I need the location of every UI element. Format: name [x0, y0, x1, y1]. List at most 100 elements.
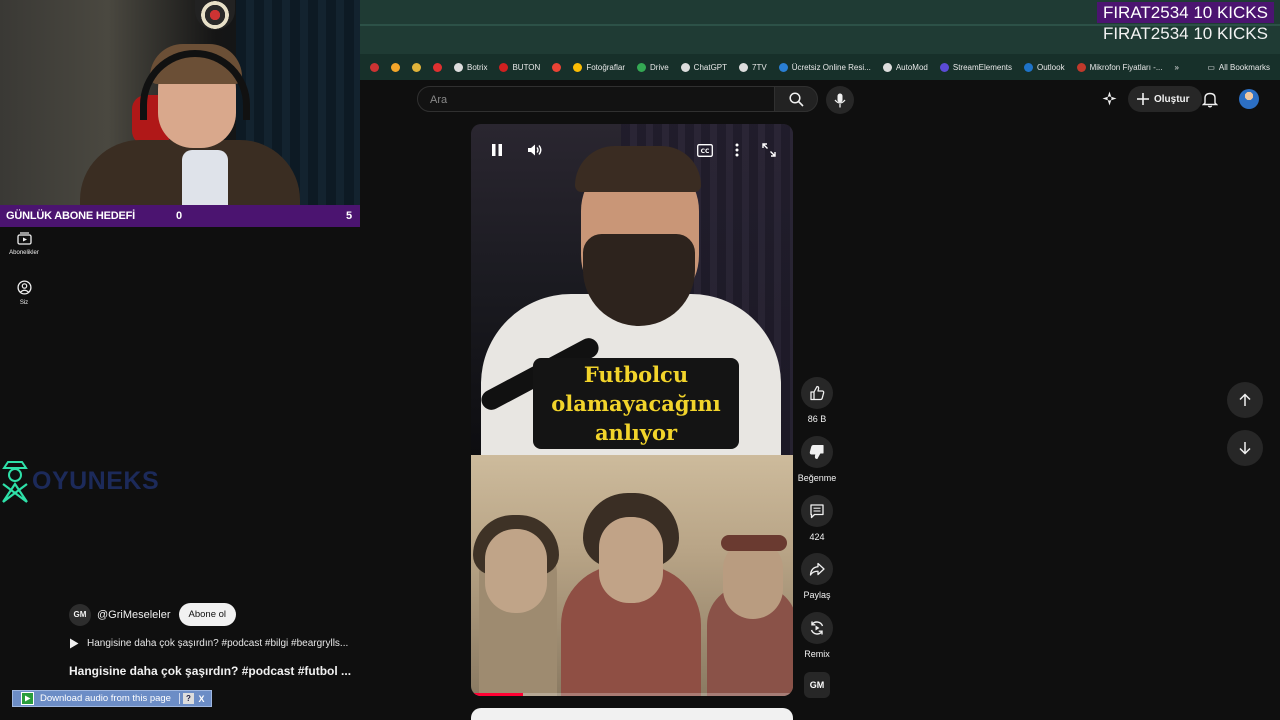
bookmark-favicon-icon [552, 62, 562, 72]
rail-subscriptions[interactable]: Abonelikler [0, 232, 48, 256]
bookmark-favicon-icon [1024, 62, 1033, 72]
bookmark-item[interactable]: Drive [631, 54, 675, 80]
sparkle-chat-icon [1102, 91, 1117, 106]
bookmark-item[interactable]: Ücretsiz Online Resi... [773, 54, 877, 80]
previous-short-button[interactable] [1227, 382, 1263, 418]
bookmark-item[interactable]: StreamElements [934, 54, 1018, 80]
shorts-video-player[interactable]: Futbolcu olamayacağını anlıyor CC [471, 124, 793, 696]
bookmark-favicon-icon [454, 62, 463, 72]
bookmark-item[interactable] [406, 54, 427, 80]
rail-subscriptions-label: Abonelikler [9, 250, 39, 256]
video-frame-photo [471, 455, 793, 696]
share-arrow-icon [809, 562, 825, 576]
bookmark-item[interactable]: Fotoğraflar [567, 54, 631, 80]
download-close-button[interactable]: X [196, 693, 207, 704]
bookmark-label: BUTON [512, 62, 541, 72]
bookmark-favicon-icon [637, 62, 646, 72]
dislike-button[interactable]: Beğenme [797, 436, 837, 483]
like-button[interactable]: 86 B [797, 377, 837, 424]
bookmark-item[interactable]: Mikrofon Fiyatları -... [1071, 54, 1169, 80]
subscribe-button[interactable]: Abone ol [178, 603, 237, 626]
oyuneks-mascot-icon [2, 461, 28, 503]
download-help-button[interactable]: ? [183, 693, 194, 704]
bookmark-label: Drive [650, 62, 669, 72]
photo-person-3-bandana [721, 535, 787, 551]
download-play-icon[interactable] [21, 692, 34, 705]
kick-alert-overlay: FIRAT2534 10 KICKS FIRAT2534 10 KICKS [1096, 2, 1274, 44]
download-audio-button[interactable]: Download audio from this page [38, 693, 180, 704]
bookmark-item[interactable]: BUTON [493, 54, 546, 80]
bookmark-item[interactable]: AutoMod [877, 54, 934, 80]
share-circle [801, 553, 833, 585]
microphone-icon [834, 93, 846, 107]
video-title[interactable]: Hangisine daha çok şaşırdın? #podcast #f… [69, 664, 351, 678]
video-person-hair [575, 146, 701, 192]
more-options-button[interactable] [725, 140, 749, 160]
bookmark-item[interactable]: ChatGPT [675, 54, 733, 80]
next-short-button[interactable] [1227, 430, 1263, 466]
comment-icon [810, 504, 824, 519]
kick-alert-secondary: FIRAT2534 10 KICKS [1102, 24, 1268, 43]
create-button[interactable]: Oluştur [1128, 86, 1202, 112]
comments-button[interactable]: 424 [797, 495, 837, 542]
create-label: Oluştur [1154, 93, 1190, 105]
streamer-webcam [0, 0, 360, 205]
bookmark-item[interactable] [546, 54, 567, 80]
bookmark-favicon-icon [778, 62, 788, 72]
bookmark-item[interactable] [364, 54, 385, 80]
bookmark-label: Ücretsiz Online Resi... [791, 62, 871, 72]
thumbs-down-icon [809, 444, 824, 460]
remix-button[interactable]: Remix [797, 612, 837, 659]
bookmark-item[interactable]: Outlook [1018, 54, 1071, 80]
bookmark-item[interactable]: Botrix [448, 54, 493, 80]
rail-you[interactable]: Siz [0, 280, 48, 306]
pause-icon [492, 144, 502, 156]
bookmark-favicon-icon [499, 62, 509, 72]
chat-ai-button[interactable] [1101, 90, 1118, 112]
bell-icon [1201, 92, 1219, 108]
dislike-label: Beğenme [797, 473, 837, 483]
bookmark-label: ChatGPT [693, 62, 728, 72]
bookmark-item[interactable] [385, 54, 406, 80]
video-progress-bar[interactable] [471, 693, 793, 696]
bookmark-favicon-icon [391, 62, 400, 72]
rail-you-label: Siz [19, 300, 29, 306]
bookmark-favicon-icon [739, 62, 749, 72]
all-bookmarks-label: All Bookmarks [1218, 62, 1270, 72]
search-input[interactable]: Ara [417, 86, 775, 112]
all-bookmarks-button[interactable]: ▭ All Bookmarks [1201, 54, 1280, 80]
folder-icon: ▭ [1207, 62, 1215, 72]
photo-person-1-face [485, 529, 547, 613]
channel-handle[interactable]: @GriMeseleler [97, 609, 171, 621]
related-video-row[interactable]: Hangisine daha çok şaşırdın? #podcast #b… [69, 638, 348, 649]
comments-circle [801, 495, 833, 527]
channel-row: GM @GriMeseleler Abone ol [69, 603, 237, 626]
svg-text:CC: CC [701, 148, 710, 155]
channel-avatar[interactable]: GM [69, 603, 91, 626]
subscriptions-icon [16, 232, 32, 245]
search-button[interactable] [774, 86, 818, 112]
download-audio-bar: Download audio from this page ? X [12, 690, 212, 707]
bookmark-item[interactable] [427, 54, 448, 80]
share-button[interactable]: Paylaş [797, 553, 837, 600]
thumbs-up-icon [810, 385, 825, 401]
caption-line-1: Futbolcu [583, 362, 689, 387]
next-short-preview[interactable] [471, 708, 793, 720]
share-label: Paylaş [803, 590, 831, 600]
arrow-down-icon [1239, 442, 1251, 455]
more-vertical-icon [735, 143, 739, 157]
pause-button[interactable] [485, 140, 509, 160]
video-frame-top: Futbolcu olamayacağını anlıyor [471, 124, 793, 464]
bookmarks-overflow-button[interactable]: » [1168, 54, 1184, 80]
video-caption: Futbolcu olamayacağını anlıyor [533, 358, 739, 449]
voice-search-button[interactable] [826, 86, 854, 114]
bookmark-favicon-icon [939, 62, 949, 72]
bookmark-item[interactable]: 7TV [733, 54, 773, 80]
notifications-button[interactable] [1201, 91, 1219, 113]
captions-button[interactable]: CC [693, 140, 717, 160]
channel-avatar-small[interactable]: GM [804, 672, 830, 698]
volume-button[interactable] [523, 140, 547, 160]
bookmark-label: Outlook [1037, 62, 1065, 72]
fullscreen-button[interactable] [757, 140, 781, 160]
user-avatar[interactable] [1239, 89, 1259, 109]
